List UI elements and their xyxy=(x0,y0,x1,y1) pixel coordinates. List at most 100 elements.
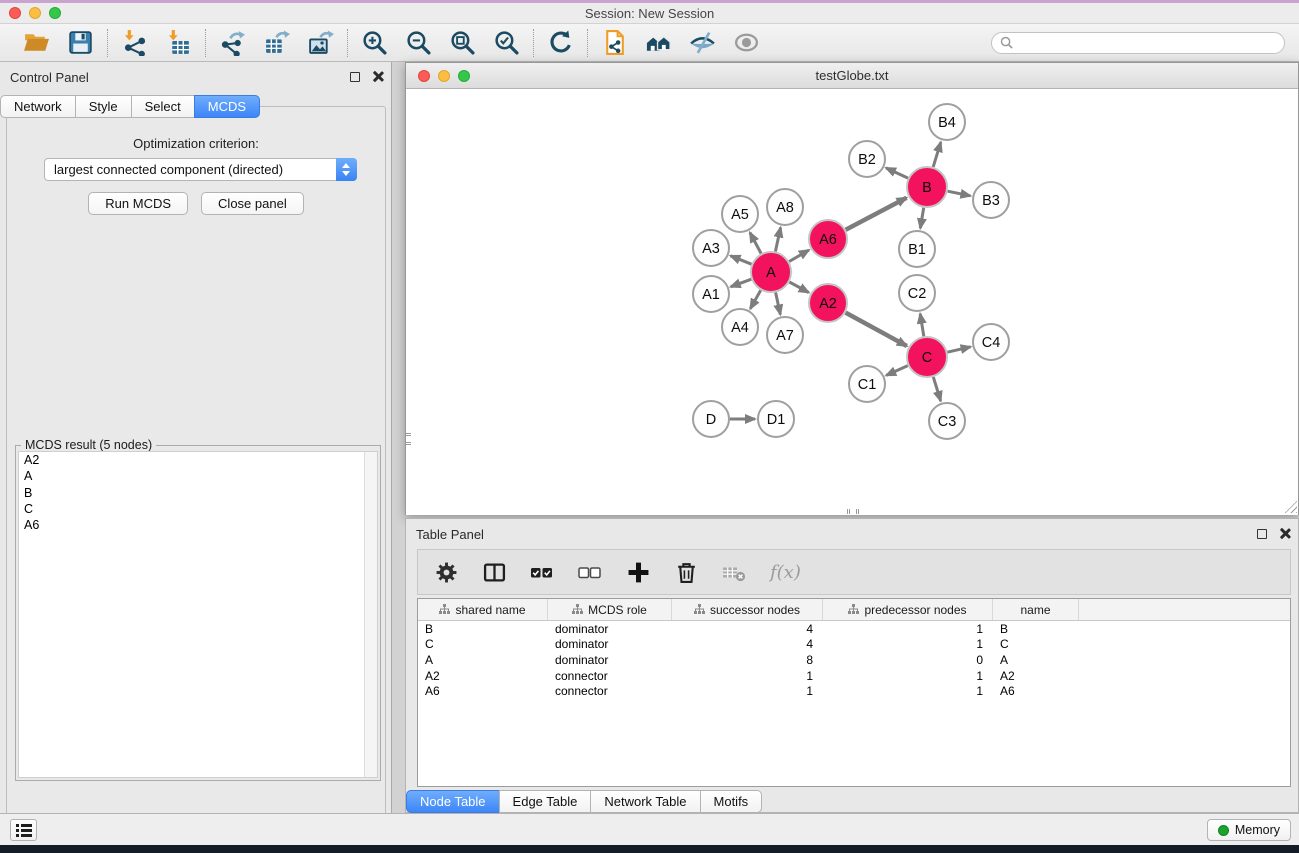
graph-edge[interactable] xyxy=(789,282,808,293)
tab-network[interactable]: Network xyxy=(0,95,76,118)
graph-edge[interactable] xyxy=(947,347,970,352)
table-cell: B xyxy=(993,622,1079,636)
hierarchy-icon xyxy=(572,604,583,615)
close-panel-icon[interactable] xyxy=(372,71,383,82)
graph-edge[interactable] xyxy=(920,314,924,337)
table-cell: connector xyxy=(548,669,672,683)
graph-edge[interactable] xyxy=(920,208,923,229)
table-cell: A6 xyxy=(418,684,548,698)
open-session-icon[interactable] xyxy=(23,29,50,56)
zoom-out-icon[interactable] xyxy=(405,29,432,56)
show-graphics-details-icon[interactable] xyxy=(733,29,760,56)
graph-node-label: A3 xyxy=(702,241,720,257)
table-cell: dominator xyxy=(548,637,672,651)
graph-edge[interactable] xyxy=(750,233,761,254)
table-row[interactable]: Cdominator41C xyxy=(418,637,1290,653)
table-cell: 0 xyxy=(823,653,993,667)
column-header-predecessor-nodes[interactable]: predecessor nodes xyxy=(823,599,993,620)
memory-label: Memory xyxy=(1235,823,1280,837)
network-view-window: testGlobe.txt B4B2BB3A8A5A6A3B1AA1C2A2A4… xyxy=(405,62,1299,515)
add-column-icon[interactable] xyxy=(626,560,650,584)
mcds-result-title: MCDS result (5 nodes) xyxy=(21,438,156,452)
export-image-icon[interactable] xyxy=(307,29,334,56)
graph-edge[interactable] xyxy=(775,228,780,252)
column-header-name[interactable]: name xyxy=(993,599,1079,620)
mcds-result-item[interactable]: A xyxy=(19,468,377,484)
tab-network-table[interactable]: Network Table xyxy=(590,790,700,813)
zoom-fit-icon[interactable] xyxy=(449,29,476,56)
tab-select[interactable]: Select xyxy=(131,95,195,118)
zoom-selected-icon[interactable] xyxy=(493,29,520,56)
close-panel-icon[interactable] xyxy=(1279,528,1290,539)
table-row[interactable]: A6connector11A6 xyxy=(418,683,1290,699)
main-toolbar xyxy=(0,24,1299,62)
table-row[interactable]: Adominator80A xyxy=(418,652,1290,668)
window-grip[interactable] xyxy=(847,509,859,514)
node-table[interactable]: shared nameMCDS rolesuccessor nodesprede… xyxy=(417,598,1291,787)
graph-edge[interactable] xyxy=(846,313,907,346)
tab-node-table[interactable]: Node Table xyxy=(406,790,500,813)
scrollbar-track[interactable] xyxy=(364,452,377,777)
search-input[interactable] xyxy=(1018,36,1276,50)
column-header-successor-nodes[interactable]: successor nodes xyxy=(672,599,823,620)
import-table-icon[interactable] xyxy=(165,29,192,56)
mcds-result-list[interactable]: A2ABCA6 xyxy=(18,451,378,778)
table-cell: 1 xyxy=(672,669,823,683)
graph-node-label: D xyxy=(706,412,716,428)
mcds-result-item[interactable]: B xyxy=(19,485,377,501)
apply-layout-icon[interactable] xyxy=(547,29,574,56)
save-session-icon[interactable] xyxy=(67,29,94,56)
column-header-shared-name[interactable]: shared name xyxy=(418,599,548,620)
zoom-in-icon[interactable] xyxy=(361,29,388,56)
show-networks-icon[interactable] xyxy=(645,29,672,56)
float-panel-icon[interactable] xyxy=(350,72,360,82)
show-column-icon[interactable] xyxy=(482,560,506,584)
tab-mcds[interactable]: MCDS xyxy=(194,95,260,118)
graph-edge[interactable] xyxy=(789,250,809,262)
run-mcds-button[interactable]: Run MCDS xyxy=(88,192,188,215)
mcds-result-item[interactable]: C xyxy=(19,501,377,517)
table-panel-tabs: Node TableEdge TableNetwork TableMotifs xyxy=(406,790,1298,813)
hide-graphics-details-icon[interactable] xyxy=(689,29,716,56)
export-network-icon[interactable] xyxy=(219,29,246,56)
column-header-MCDS-role[interactable]: MCDS role xyxy=(548,599,672,620)
window-grip[interactable] xyxy=(406,433,411,445)
import-network-icon[interactable] xyxy=(121,29,148,56)
optimization-criterion-dropdown[interactable]: largest connected component (directed) xyxy=(44,158,357,181)
table-options-gear-icon[interactable] xyxy=(434,560,458,584)
unselect-all-icon[interactable] xyxy=(578,560,602,584)
table-row[interactable]: Bdominator41B xyxy=(418,621,1290,637)
mcds-result-item[interactable]: A6 xyxy=(19,517,377,533)
table-cell: A xyxy=(418,653,548,667)
network-from-file-icon[interactable] xyxy=(601,29,628,56)
graph-edge[interactable] xyxy=(731,279,752,287)
search-box[interactable] xyxy=(991,32,1285,54)
select-all-icon[interactable] xyxy=(530,560,554,584)
graph-edge[interactable] xyxy=(750,290,760,308)
tab-edge-table[interactable]: Edge Table xyxy=(499,790,592,813)
tab-style[interactable]: Style xyxy=(75,95,132,118)
graph-edge[interactable] xyxy=(731,256,752,264)
memory-status-icon xyxy=(1218,825,1229,836)
table-panel: Table Panel xyxy=(405,518,1299,813)
close-panel-button[interactable]: Close panel xyxy=(201,192,304,215)
graph-edge[interactable] xyxy=(933,377,940,401)
network-canvas[interactable]: B4B2BB3A8A5A6A3B1AA1C2A2A4A7C4CC1C3DD1 xyxy=(406,90,1298,515)
graph-edge[interactable] xyxy=(886,366,908,376)
table-row[interactable]: A2connector11A2 xyxy=(418,668,1290,684)
graph-edge[interactable] xyxy=(933,142,941,167)
export-table-icon[interactable] xyxy=(263,29,290,56)
graph-edge[interactable] xyxy=(886,168,908,178)
graph-edge[interactable] xyxy=(776,293,781,315)
graph-edge[interactable] xyxy=(846,198,907,230)
table-cell: A2 xyxy=(418,669,548,683)
delete-column-trash-icon[interactable] xyxy=(674,560,698,584)
delete-table-icon[interactable] xyxy=(722,560,746,584)
graph-edge[interactable] xyxy=(948,191,971,196)
mcds-result-item[interactable]: A2 xyxy=(19,452,377,468)
memory-button[interactable]: Memory xyxy=(1207,819,1291,841)
float-panel-icon[interactable] xyxy=(1257,529,1267,539)
task-history-button[interactable] xyxy=(10,819,37,841)
tab-motifs[interactable]: Motifs xyxy=(700,790,763,813)
network-window-titlebar[interactable]: testGlobe.txt xyxy=(406,63,1298,89)
